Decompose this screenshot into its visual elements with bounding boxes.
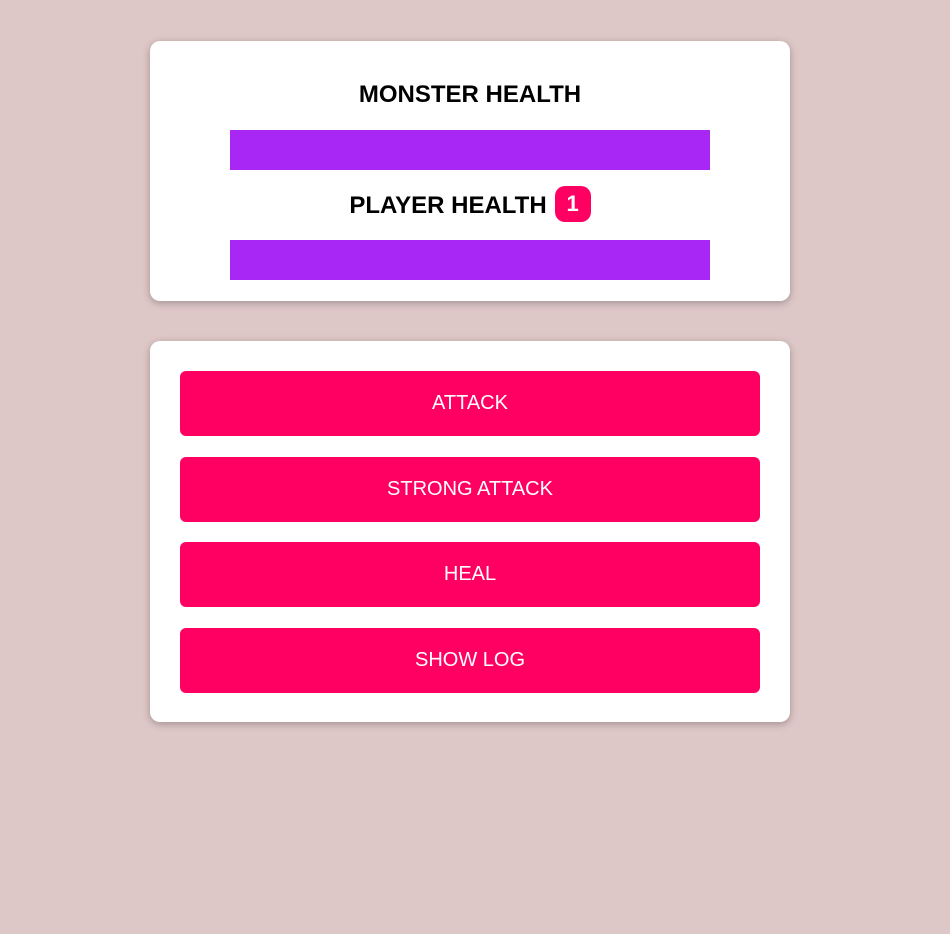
- heal-button[interactable]: HEAL: [180, 542, 760, 607]
- player-health-badge: 1: [554, 186, 591, 222]
- attack-button[interactable]: ATTACK: [180, 371, 760, 436]
- player-health-title: PLAYER HEALTH 1: [150, 186, 790, 222]
- monster-health-fill: [230, 130, 710, 170]
- show-log-button[interactable]: SHOW LOG: [180, 628, 760, 693]
- strong-attack-button[interactable]: STRONG ATTACK: [180, 457, 760, 522]
- monster-health-label: MONSTER HEALTH: [358, 81, 582, 108]
- monster-health-title: MONSTER HEALTH: [150, 81, 790, 109]
- monster-health-bar: [230, 130, 710, 170]
- player-health-label: PLAYER HEALTH: [349, 191, 547, 219]
- player-health-fill: [230, 240, 710, 280]
- health-panel: MONSTER HEALTH PLAYER HEALTH 1: [150, 41, 790, 301]
- player-health-bar: [230, 240, 710, 280]
- controls-panel: ATTACK STRONG ATTACK HEAL SHOW LOG: [150, 341, 790, 722]
